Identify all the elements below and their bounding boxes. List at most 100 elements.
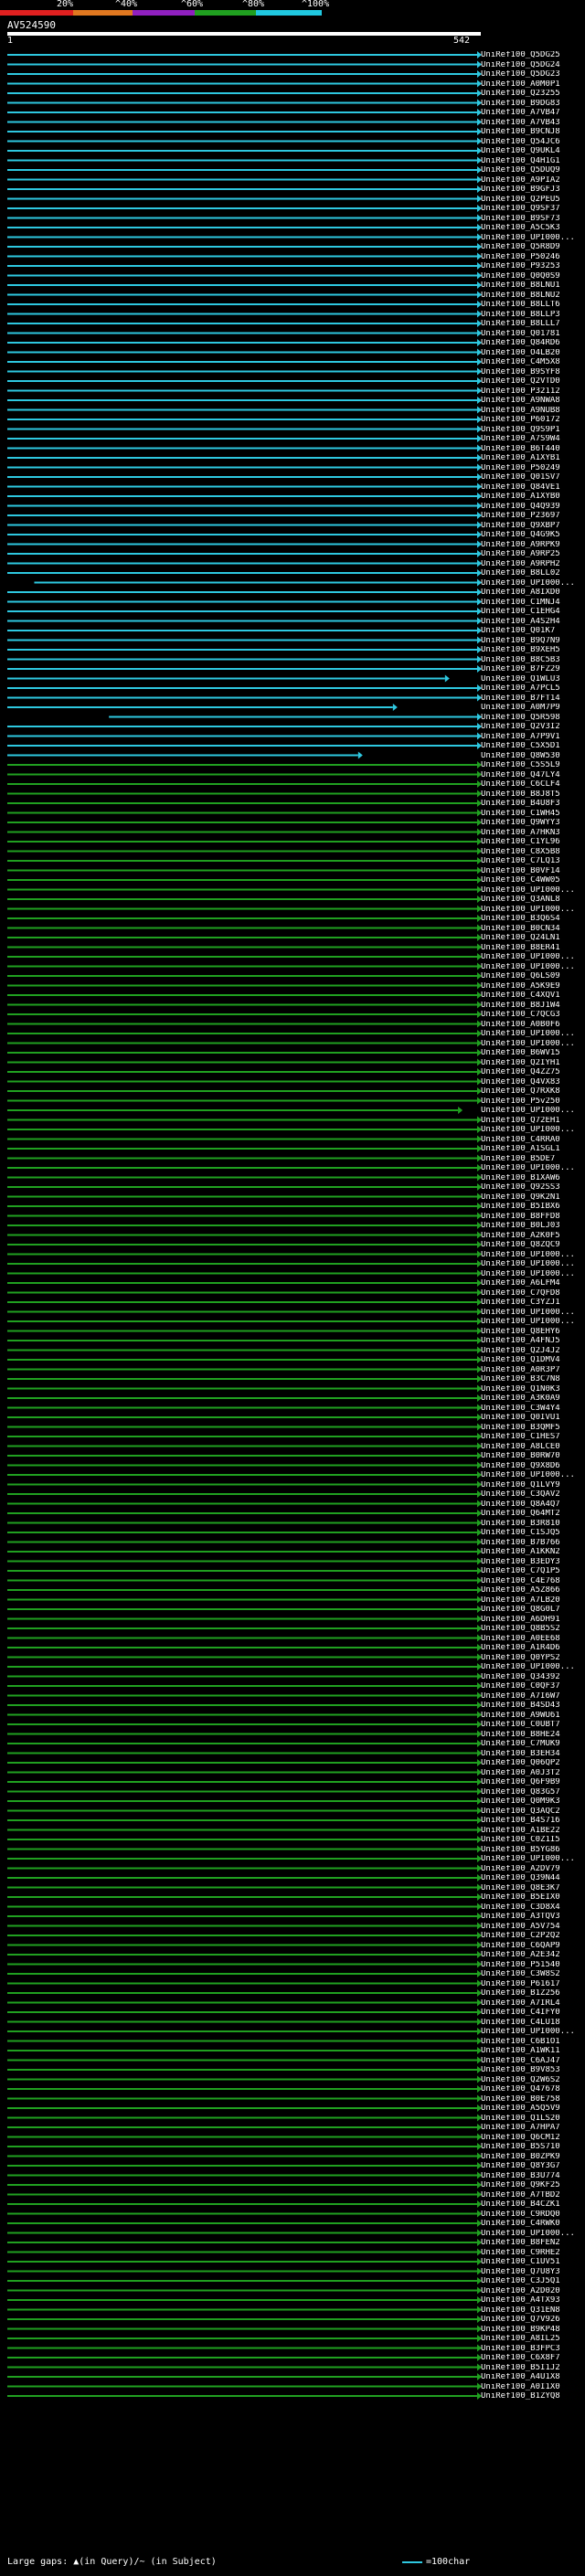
hit-label[interactable]: UniRef100_A7HKN3 xyxy=(481,829,583,837)
hit-label[interactable]: UniRef100_B9GFJ3 xyxy=(481,186,583,194)
hit-label[interactable]: UniRef100_A6LFM4 xyxy=(481,1279,583,1288)
hit-label[interactable]: UniRef100_Q2PEU5 xyxy=(481,196,583,204)
hit-label[interactable]: UniRef100_A7LB20 xyxy=(481,1596,583,1605)
hit-label[interactable]: UniRef100_B1Z256 xyxy=(481,1989,583,1998)
hit-label[interactable]: UniRef100_A9NUB8 xyxy=(481,407,583,415)
hit-label[interactable]: UniRef100_UPI000... xyxy=(481,963,583,971)
hit-label[interactable]: UniRef100_C4E768 xyxy=(481,1577,583,1585)
hit-label[interactable]: UniRef100_Q4VX83 xyxy=(481,1078,583,1087)
hit-label[interactable]: UniRef100_UPI000... xyxy=(481,234,583,242)
hit-label[interactable]: UniRef100_A2DV79 xyxy=(481,1865,583,1873)
hit-label[interactable]: UniRef100_C7Q1P5 xyxy=(481,1567,583,1575)
hit-label[interactable]: UniRef100_Q9WYY3 xyxy=(481,819,583,827)
hit-label[interactable]: UniRef100_C3D8X4 xyxy=(481,1903,583,1912)
hit-label[interactable]: UniRef100_Q1LVY9 xyxy=(481,1481,583,1489)
hit-label[interactable]: UniRef100_C1HES7 xyxy=(481,1433,583,1441)
hit-label[interactable]: UniRef100_A2D020 xyxy=(481,2287,583,2295)
hit-label[interactable]: UniRef100_Q8E3K7 xyxy=(481,1884,583,1892)
hit-label[interactable]: UniRef100_B7FT14 xyxy=(481,694,583,703)
hit-label[interactable]: UniRef100_B5YG86 xyxy=(481,1846,583,1854)
hit-label[interactable]: UniRef100_Q72EH1 xyxy=(481,1117,583,1125)
hit-label[interactable]: UniRef100_UPI000... xyxy=(481,1855,583,1863)
hit-label[interactable]: UniRef100_Q9X8D6 xyxy=(481,1462,583,1470)
hit-label[interactable]: UniRef100_C1UV51 xyxy=(481,2258,583,2266)
hit-label[interactable]: UniRef100_UPI000... xyxy=(481,1040,583,1048)
hit-label[interactable]: UniRef100_P93253 xyxy=(481,262,583,270)
hit-label[interactable]: UniRef100_B8LLP3 xyxy=(481,311,583,319)
hit-label[interactable]: UniRef100_A7HPA7 xyxy=(481,2124,583,2132)
hit-label[interactable]: UniRef100_A7I6W7 xyxy=(481,1692,583,1701)
hit-label[interactable]: UniRef100_B9SYF8 xyxy=(481,368,583,376)
hit-label[interactable]: UniRef100_C9RDQ0 xyxy=(481,2210,583,2219)
hit-label[interactable]: UniRef100_C4XQV1 xyxy=(481,991,583,1000)
hit-label[interactable]: UniRef100_P5v250 xyxy=(481,1097,583,1106)
hit-label[interactable]: UniRef100_C6X8F7 xyxy=(481,2354,583,2362)
hit-label[interactable]: UniRef100_C3J5Q1 xyxy=(481,2277,583,2285)
hit-label[interactable]: UniRef100_UPI000... xyxy=(481,1270,583,1278)
hit-label[interactable]: UniRef100_Q2VTD0 xyxy=(481,377,583,386)
hit-label[interactable]: UniRef100_C2P2Q2 xyxy=(481,1932,583,1940)
hit-label[interactable]: UniRef100_A2K0F5 xyxy=(481,1232,583,1240)
hit-label[interactable]: UniRef100_UPI000... xyxy=(481,2028,583,2036)
hit-label[interactable]: UniRef100_A7S9W4 xyxy=(481,435,583,443)
hit-label[interactable]: UniRef100_A3TQV3 xyxy=(481,1913,583,1921)
hit-label[interactable]: UniRef100_Q0Q0S9 xyxy=(481,272,583,281)
hit-label[interactable]: UniRef100_C1SJQ5 xyxy=(481,1529,583,1537)
hit-label[interactable]: UniRef100_A0M7P9 xyxy=(481,704,583,712)
hit-label[interactable]: UniRef100_C4RWK0 xyxy=(481,2220,583,2228)
hit-label[interactable]: UniRef100_A8IL25 xyxy=(481,2335,583,2343)
hit-label[interactable]: UniRef100_B4SD43 xyxy=(481,1701,583,1710)
hit-label[interactable]: UniRef100_A5Z866 xyxy=(481,1586,583,1595)
hit-label[interactable]: UniRef100_B0RW70 xyxy=(481,1452,583,1460)
hit-label[interactable]: UniRef100_UPI000... xyxy=(481,1126,583,1134)
hit-label[interactable]: UniRef100_Q9UKL4 xyxy=(481,147,583,155)
hit-label[interactable]: UniRef100_C4WW05 xyxy=(481,876,583,885)
hit-label[interactable]: UniRef100_Q5DG23 xyxy=(481,70,583,79)
hit-label[interactable]: UniRef100_A1BE22 xyxy=(481,1827,583,1835)
hit-label[interactable]: UniRef100_Q7V926 xyxy=(481,2316,583,2324)
hit-label[interactable]: UniRef100_A9RPK9 xyxy=(481,541,583,549)
hit-label[interactable]: UniRef100_C1MNJ4 xyxy=(481,599,583,607)
hit-label[interactable]: UniRef100_A7TBD2 xyxy=(481,2191,583,2200)
hit-label[interactable]: UniRef100_Q8EHY6 xyxy=(481,1328,583,1336)
hit-label[interactable]: UniRef100_A8LCE0 xyxy=(481,1443,583,1451)
hit-label[interactable]: UniRef100_Q84RD6 xyxy=(481,339,583,347)
hit-label[interactable]: UniRef100_A7IRL4 xyxy=(481,1999,583,2008)
hit-label[interactable]: UniRef100_Q5DG25 xyxy=(481,51,583,59)
hit-label[interactable]: UniRef100_C1WH45 xyxy=(481,810,583,818)
hit-label[interactable]: UniRef100_A5K9E9 xyxy=(481,982,583,991)
hit-label[interactable]: UniRef100_Q9XBP7 xyxy=(481,522,583,530)
hit-label[interactable]: UniRef100_P23697 xyxy=(481,512,583,520)
hit-label[interactable]: UniRef100_B9CNJ8 xyxy=(481,128,583,136)
hit-label[interactable]: UniRef100_P61617 xyxy=(481,1980,583,1988)
hit-label[interactable]: UniRef100_Q3ANL8 xyxy=(481,896,583,904)
hit-label[interactable]: UniRef100_UPI000... xyxy=(481,2230,583,2238)
hit-label[interactable]: UniRef100_C7QCG3 xyxy=(481,1011,583,1019)
hit-label[interactable]: UniRef100_A1XYB1 xyxy=(481,454,583,462)
hit-label[interactable]: UniRef100_B0ZPK9 xyxy=(481,2153,583,2161)
hit-label[interactable]: UniRef100_A7P9V1 xyxy=(481,733,583,741)
hit-label[interactable]: UniRef100_P32112 xyxy=(481,387,583,396)
hit-label[interactable]: UniRef100_Q4Q939 xyxy=(481,503,583,511)
hit-label[interactable]: UniRef100_B0CN34 xyxy=(481,925,583,933)
hit-label[interactable]: UniRef100_C6AJ47 xyxy=(481,2057,583,2065)
hit-label[interactable]: UniRef100_Q4G9K5 xyxy=(481,531,583,539)
hit-label[interactable]: UniRef100_Q1DMV4 xyxy=(481,1356,583,1364)
hit-label[interactable]: UniRef100_B8J8T5 xyxy=(481,790,583,799)
hit-label[interactable]: UniRef100_C1EHG4 xyxy=(481,608,583,616)
hit-label[interactable]: UniRef100_B8LNU1 xyxy=(481,281,583,290)
hit-label[interactable]: UniRef100_B0LJ03 xyxy=(481,1222,583,1230)
hit-label[interactable]: UniRef100_UPI000... xyxy=(481,1471,583,1479)
hit-label[interactable]: UniRef100_P51540 xyxy=(481,1961,583,1969)
hit-label[interactable]: UniRef100_Q2IYH1 xyxy=(481,1059,583,1067)
hit-label[interactable]: UniRef100_Q1N0K3 xyxy=(481,1385,583,1394)
hit-label[interactable]: UniRef100_Q5R8D9 xyxy=(481,243,583,251)
hit-label[interactable]: UniRef100_Q7U8Y3 xyxy=(481,2268,583,2276)
hit-label[interactable]: UniRef100_B5DE7 xyxy=(481,1155,583,1163)
hit-label[interactable]: UniRef100_Q01SV7 xyxy=(481,473,583,482)
hit-label[interactable]: UniRef100_A1KKN2 xyxy=(481,1548,583,1556)
hit-label[interactable]: UniRef100_B5IBX6 xyxy=(481,1203,583,1211)
hit-label[interactable]: UniRef100_B6WV15 xyxy=(481,1049,583,1057)
hit-label[interactable]: UniRef100_Q9K2N1 xyxy=(481,1193,583,1202)
hit-label[interactable]: UniRef100_Q9KF25 xyxy=(481,2181,583,2189)
